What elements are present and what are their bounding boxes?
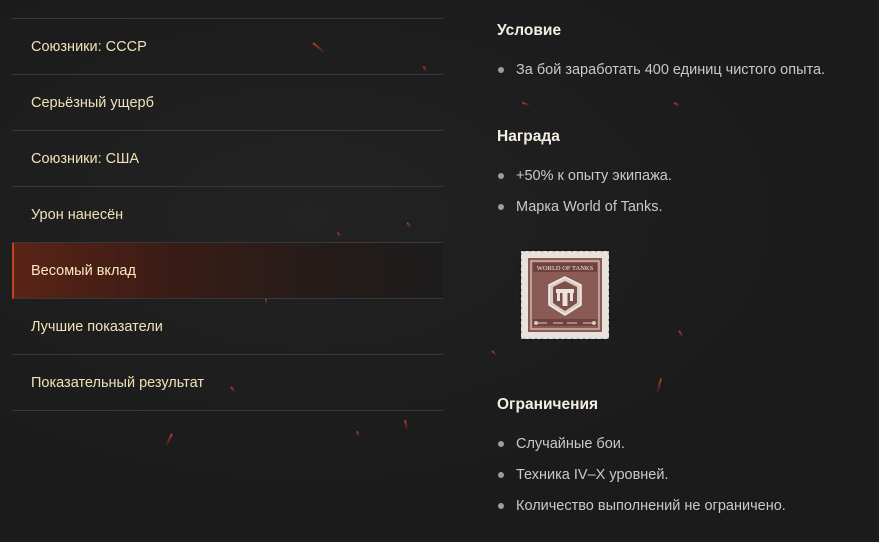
mission-item-serious-damage[interactable]: Серьёзный ущерб	[12, 75, 443, 131]
restriction-item: Количество выполнений не ограничено.	[497, 498, 786, 514]
mission-item-label: Лучшие показатели	[31, 318, 163, 335]
bullet-icon	[498, 441, 504, 447]
reward-title: Награда	[497, 128, 560, 145]
mission-item-exemplary-result[interactable]: Показательный результат	[12, 355, 443, 411]
restrictions-title: Ограничения	[497, 396, 599, 413]
mission-item-label: Весомый вклад	[31, 262, 136, 279]
bullet-icon	[498, 503, 504, 509]
reward-item: +50% к опыту экипажа.	[497, 168, 672, 184]
mission-item-label: Союзники: СССР	[31, 38, 147, 55]
condition-title: Условие	[497, 22, 562, 39]
mission-item-damage-dealt[interactable]: Урон нанесён	[12, 187, 443, 243]
mission-item-significant-contribution[interactable]: Весомый вклад	[12, 243, 443, 299]
restriction-item: Случайные бои.	[497, 436, 625, 452]
bullet-icon	[498, 472, 504, 478]
mission-item-label: Серьёзный ущерб	[31, 94, 154, 111]
mission-item-label: Союзники: США	[31, 150, 140, 167]
mission-item-allies-usa[interactable]: Союзники: США	[12, 131, 443, 187]
mission-list: Союзники: СССР Серьёзный ущерб Союзники:…	[12, 18, 443, 411]
reward-item: Марка World of Tanks.	[497, 199, 663, 215]
world-of-tanks-stamp-icon: WORLD OF TANKS	[516, 246, 614, 344]
restriction-item: Техника IV–X уровней.	[497, 467, 668, 483]
condition-item: За бой заработать 400 единиц чистого опы…	[497, 62, 825, 78]
mission-item-allies-ussr[interactable]: Союзники: СССР	[12, 19, 443, 75]
svg-text:WORLD OF TANKS: WORLD OF TANKS	[537, 265, 594, 272]
mission-item-label: Урон нанесён	[31, 206, 124, 223]
bullet-icon	[498, 204, 504, 210]
bullet-icon	[498, 67, 504, 73]
mission-item-best-performance[interactable]: Лучшие показатели	[12, 299, 443, 355]
mission-item-label: Показательный результат	[31, 374, 205, 391]
bullet-icon	[498, 173, 504, 179]
